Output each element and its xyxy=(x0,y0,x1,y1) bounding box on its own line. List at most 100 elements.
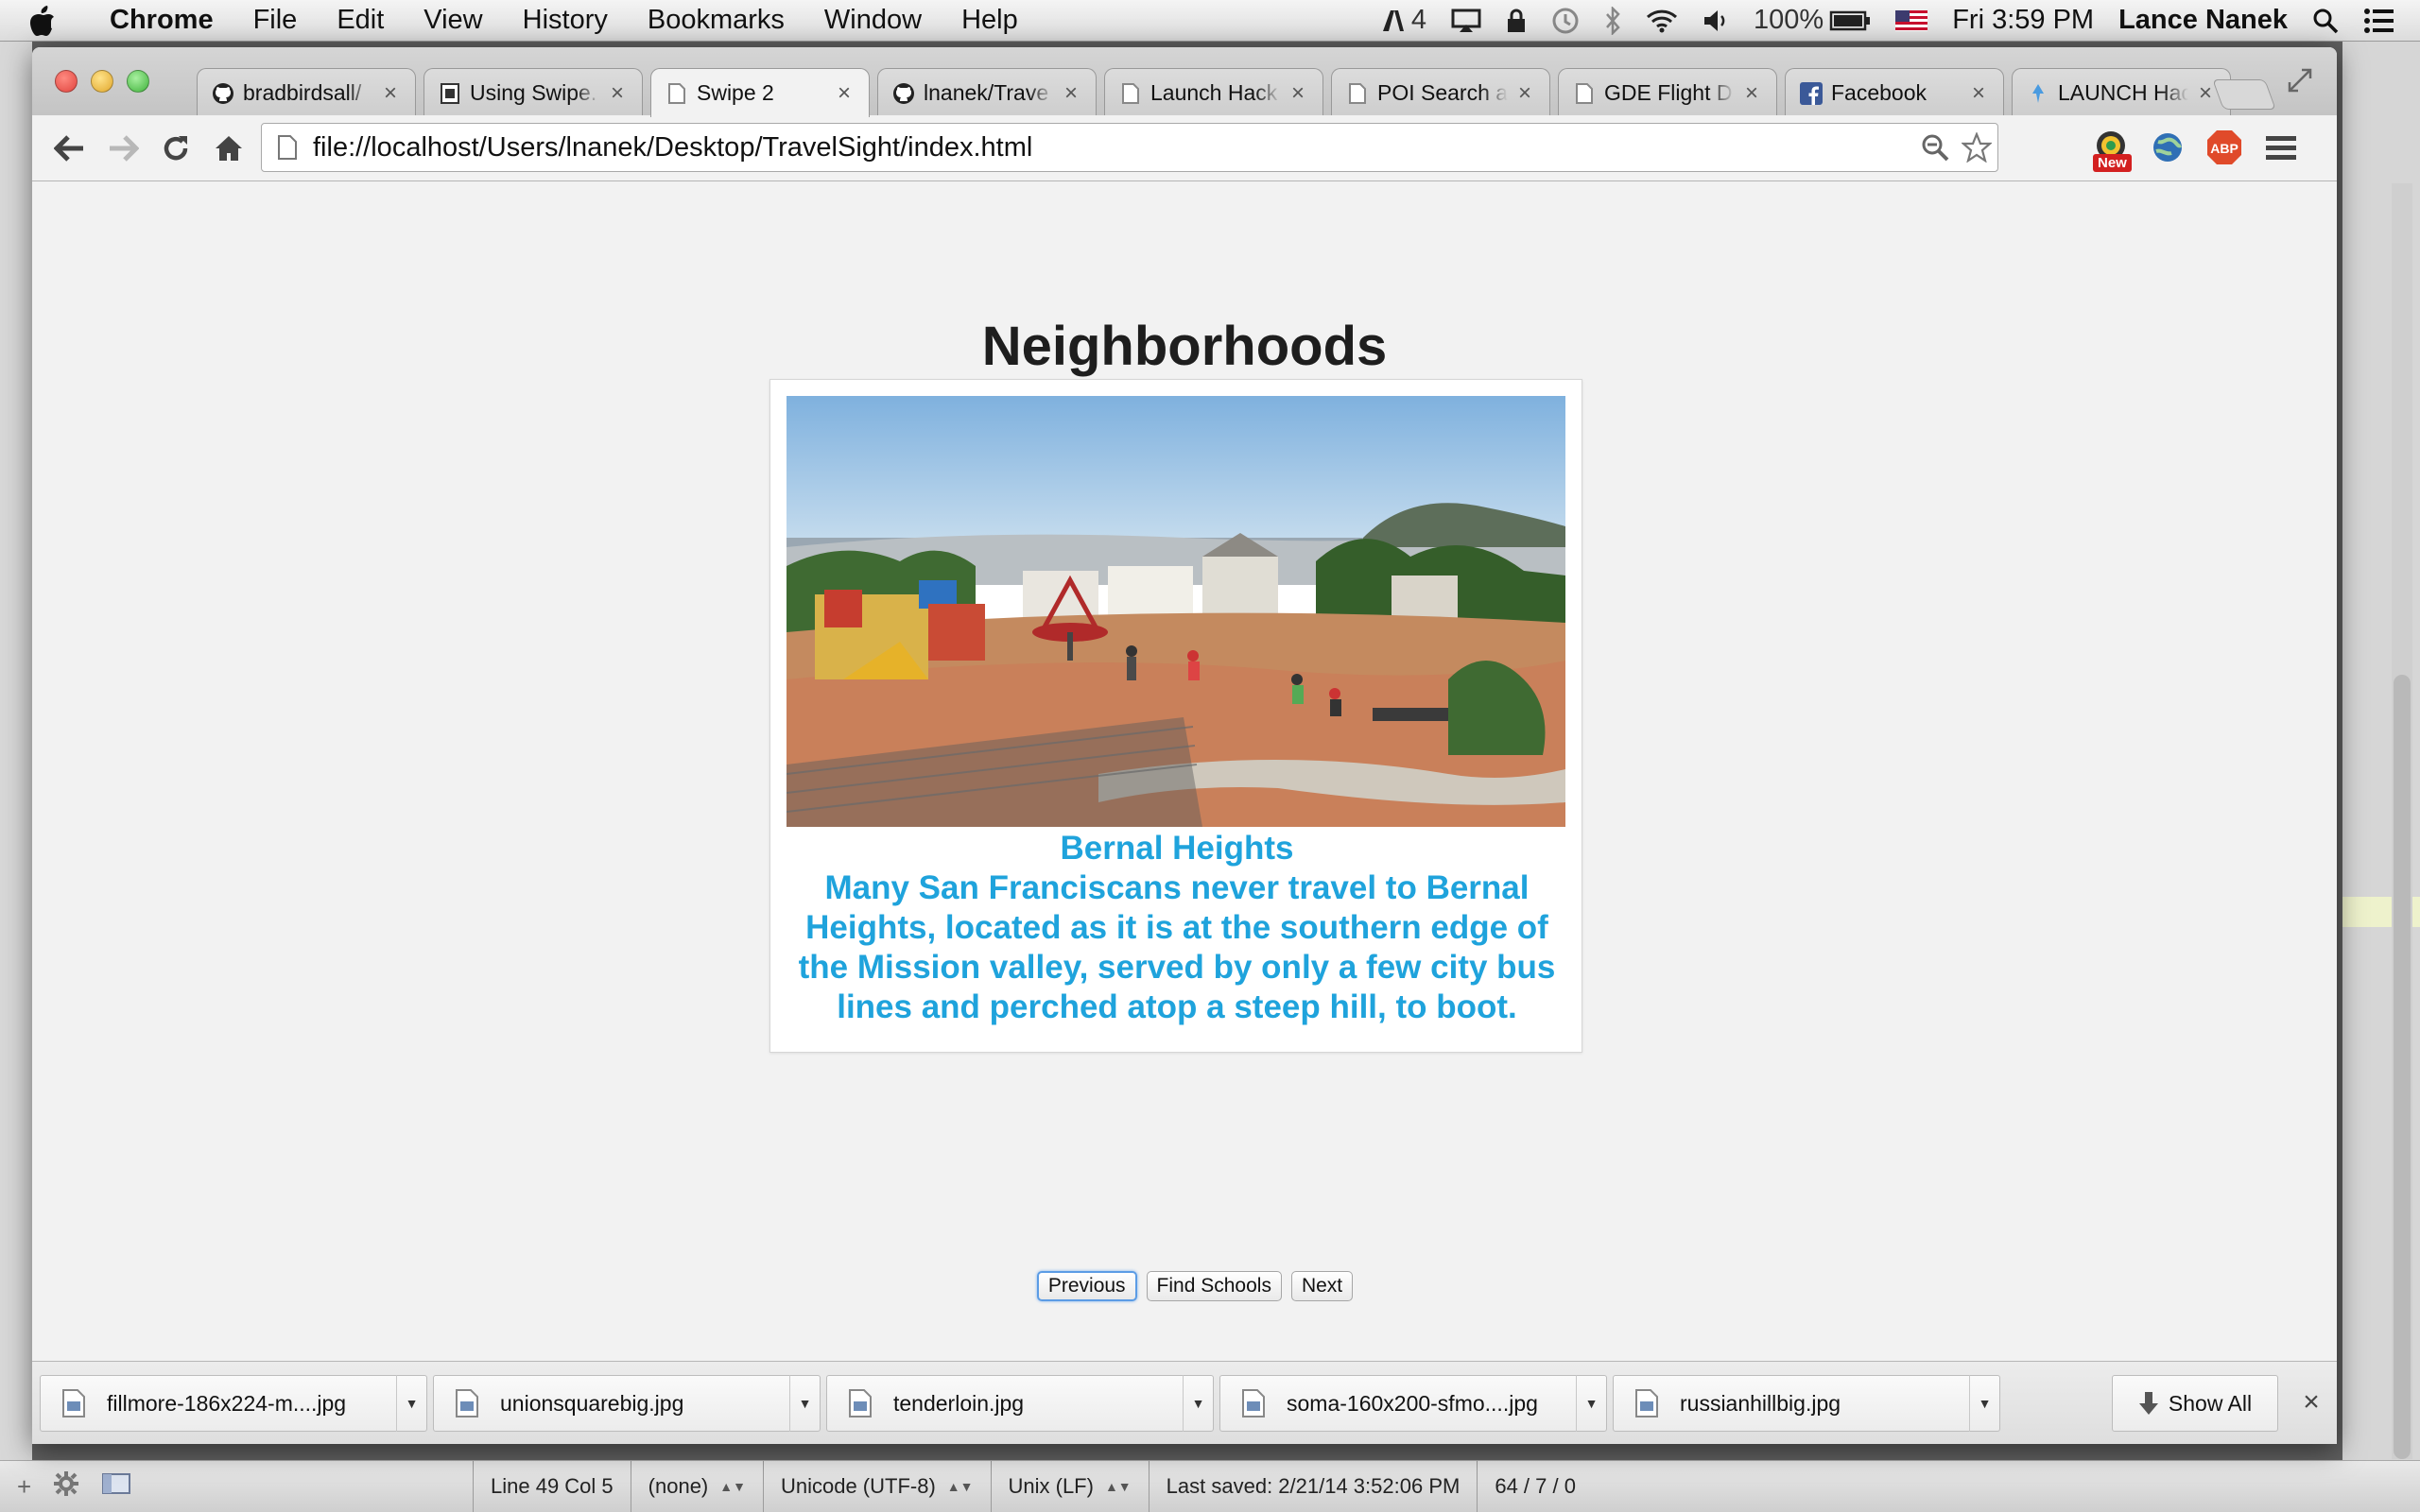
battery-icon xyxy=(1829,10,1871,30)
notification-center-icon[interactable] xyxy=(2363,8,2395,34)
neighborhood-card[interactable]: Bernal Heights Many San Franciscans neve… xyxy=(769,379,1582,1053)
menu-bookmarks[interactable]: Bookmarks xyxy=(628,5,804,36)
home-button[interactable] xyxy=(202,122,255,175)
add-icon[interactable]: + xyxy=(17,1472,31,1502)
gear-icon[interactable] xyxy=(52,1469,80,1503)
menu-edit[interactable]: Edit xyxy=(317,5,404,36)
tab-close-icon[interactable]: × xyxy=(606,80,629,107)
menu-app-chrome[interactable]: Chrome xyxy=(78,5,233,36)
bookmark-star-icon[interactable] xyxy=(1956,132,1997,163)
line-endings-selector[interactable]: Unix (LF) ▲▼ xyxy=(990,1460,1149,1512)
panel-toggle-icon[interactable] xyxy=(101,1472,131,1501)
tab-lnanek-travelsight[interactable]: lnanek/Trave × xyxy=(877,68,1097,117)
wifi-icon[interactable] xyxy=(1646,9,1678,33)
tab-close-icon[interactable]: × xyxy=(833,80,856,107)
page-icon xyxy=(1345,81,1370,106)
download-shelf: fillmore-186x224-m....jpg ▼ unionsquareb… xyxy=(32,1361,2337,1444)
adblock-plus-icon[interactable]: ABP xyxy=(2204,128,2244,167)
facebook-icon xyxy=(1799,81,1824,106)
download-item[interactable]: unionsquarebig.jpg ▼ xyxy=(433,1375,821,1432)
forward-button[interactable] xyxy=(96,122,149,175)
page-icon xyxy=(438,81,462,106)
globe-extension-icon[interactable] xyxy=(2148,128,2187,167)
battery-status[interactable]: 100% xyxy=(1754,5,1871,36)
tab-gde-flight[interactable]: GDE Flight D × xyxy=(1558,68,1777,117)
cursor-position-text: Line 49 Col 5 xyxy=(491,1474,614,1498)
new-badge: New xyxy=(2093,154,2132,172)
reload-button[interactable] xyxy=(149,122,202,175)
syntax-selector[interactable]: (none) ▲▼ xyxy=(630,1460,763,1512)
neighborhood-description: Many San Franciscans never travel to Ber… xyxy=(798,869,1556,1025)
download-item[interactable]: fillmore-186x224-m....jpg ▼ xyxy=(40,1375,427,1432)
neighborhood-name: Bernal Heights xyxy=(1060,830,1294,867)
tab-close-icon[interactable]: × xyxy=(1513,80,1536,107)
image-file-icon xyxy=(41,1388,107,1418)
back-button[interactable] xyxy=(43,122,96,175)
pager-buttons: Previous Find Schools Next xyxy=(32,1271,2337,1301)
window-zoom-button[interactable] xyxy=(127,70,149,93)
spotlight-search-icon[interactable] xyxy=(2312,8,2339,34)
tab-launch-hack[interactable]: Launch Hack × xyxy=(1104,68,1323,117)
close-shelf-icon[interactable]: × xyxy=(2297,1386,2325,1418)
menubar-user[interactable]: Lance Nanek xyxy=(2118,5,2288,36)
menu-history[interactable]: History xyxy=(503,5,628,36)
previous-button[interactable]: Previous xyxy=(1036,1271,1137,1301)
lock-icon[interactable] xyxy=(1506,8,1527,34)
adobe-menu-icon[interactable]: 4 xyxy=(1381,5,1426,36)
menu-window[interactable]: Window xyxy=(804,5,942,36)
image-file-icon xyxy=(1614,1388,1680,1418)
adobe-count: 4 xyxy=(1410,5,1427,35)
page-icon xyxy=(1118,81,1143,106)
download-item[interactable]: tenderloin.jpg ▼ xyxy=(826,1375,1214,1432)
color-extension-icon[interactable]: New xyxy=(2091,128,2132,172)
fullscreen-icon[interactable] xyxy=(2286,66,2314,94)
menu-help[interactable]: Help xyxy=(942,5,1038,36)
chrome-menu-icon[interactable] xyxy=(2261,128,2301,167)
image-file-icon xyxy=(1220,1388,1287,1418)
tab-poi-search[interactable]: POI Search a × xyxy=(1331,68,1550,117)
us-flag-input-icon[interactable] xyxy=(1895,9,1928,31)
tab-close-icon[interactable]: × xyxy=(1287,80,1309,107)
menu-view[interactable]: View xyxy=(404,5,502,36)
apple-menu-icon[interactable] xyxy=(28,5,78,37)
download-item[interactable]: soma-160x200-sfmo....jpg ▼ xyxy=(1219,1375,1607,1432)
tab-close-icon[interactable]: × xyxy=(1740,80,1763,107)
tab-swipe-2[interactable]: Swipe 2 × xyxy=(650,68,870,117)
syntax-text: (none) xyxy=(648,1474,709,1498)
tab-bradbirdsall[interactable]: bradbirdsall/ × xyxy=(197,68,416,117)
download-menu-arrow-icon[interactable]: ▼ xyxy=(396,1375,426,1432)
tab-using-swipe[interactable]: Using Swipe. × xyxy=(424,68,643,117)
tab-close-icon[interactable]: × xyxy=(379,80,402,107)
download-menu-arrow-icon[interactable]: ▼ xyxy=(1969,1375,1999,1432)
download-item[interactable]: russianhillbig.jpg ▼ xyxy=(1613,1375,2000,1432)
download-menu-arrow-icon[interactable]: ▼ xyxy=(789,1375,820,1432)
download-menu-arrow-icon[interactable]: ▼ xyxy=(1183,1375,1213,1432)
encoding-selector[interactable]: Unicode (UTF-8) ▲▼ xyxy=(762,1460,991,1512)
zoom-icon[interactable] xyxy=(1914,133,1956,162)
page-viewport: Neighborhoods Bernal Heights Many San Fr… xyxy=(32,182,2337,1361)
find-schools-button[interactable]: Find Schools xyxy=(1146,1271,1282,1301)
tab-facebook[interactable]: Facebook × xyxy=(1785,68,2004,117)
next-button[interactable]: Next xyxy=(1290,1271,1354,1301)
download-filename: russianhillbig.jpg xyxy=(1680,1390,1841,1416)
show-all-downloads-button[interactable]: Show All xyxy=(2112,1375,2278,1432)
menubar-clock[interactable]: Fri 3:59 PM xyxy=(1952,5,2094,36)
tab-close-icon[interactable]: × xyxy=(1967,80,1990,107)
download-arrow-icon xyxy=(2138,1392,2158,1415)
bluetooth-icon[interactable] xyxy=(1604,6,1621,35)
airplay-icon[interactable] xyxy=(1451,9,1481,33)
tab-launch-hackathon[interactable]: LAUNCH Hac × xyxy=(2012,68,2231,117)
new-tab-button[interactable] xyxy=(2212,79,2276,110)
tab-close-icon[interactable]: × xyxy=(1060,80,1082,107)
download-menu-arrow-icon[interactable]: ▼ xyxy=(1576,1375,1606,1432)
url-text[interactable]: file://localhost/Users/lnanek/Desktop/Tr… xyxy=(313,132,1914,163)
battery-percent: 100% xyxy=(1754,5,1824,35)
time-machine-icon[interactable] xyxy=(1551,7,1580,35)
address-bar[interactable]: file://localhost/Users/lnanek/Desktop/Tr… xyxy=(261,123,1998,172)
window-close-button[interactable] xyxy=(55,70,78,93)
volume-icon[interactable] xyxy=(1703,9,1729,33)
window-minimize-button[interactable] xyxy=(91,70,113,93)
editor-scrollbar-thumb[interactable] xyxy=(2394,675,2411,1459)
menu-file[interactable]: File xyxy=(233,5,318,36)
page-info-icon[interactable] xyxy=(262,134,313,161)
